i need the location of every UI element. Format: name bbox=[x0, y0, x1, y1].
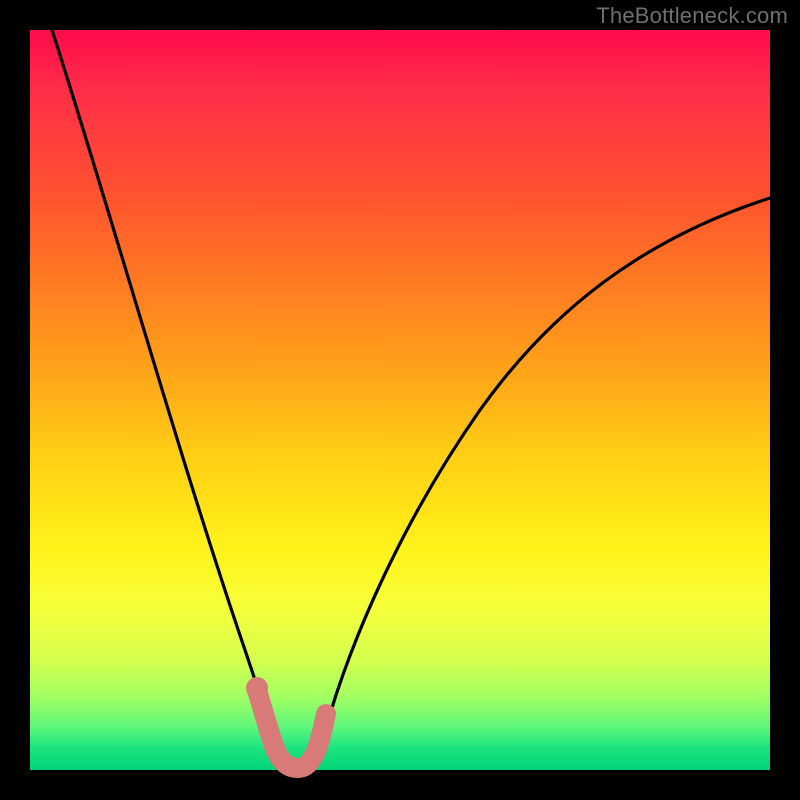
watermark-text: TheBottleneck.com bbox=[596, 3, 788, 29]
highlight-marker-path bbox=[257, 690, 326, 768]
bottleneck-curve bbox=[30, 30, 770, 770]
highlight-marker-dot bbox=[246, 677, 268, 699]
chart-plot-area bbox=[30, 30, 770, 770]
chart-frame: TheBottleneck.com bbox=[0, 0, 800, 800]
curve-path bbox=[52, 30, 770, 767]
